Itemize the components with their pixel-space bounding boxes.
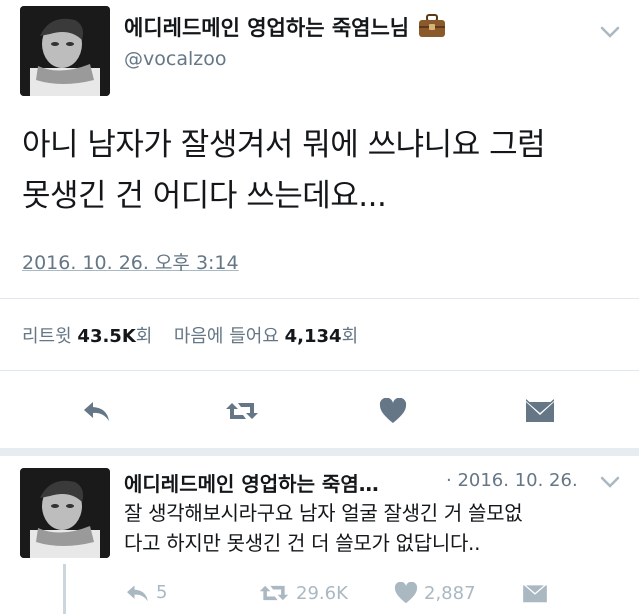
reply-count: 5 <box>156 582 168 603</box>
timestamp[interactable]: 2016. 10. 26. 오후 3:14 <box>22 248 239 275</box>
retweet-action[interactable]: 29.6K <box>258 582 348 604</box>
dm-icon[interactable] <box>522 396 558 426</box>
divider <box>0 370 639 371</box>
divider <box>0 298 639 299</box>
avatar[interactable] <box>20 6 110 96</box>
reply-date[interactable]: · 2016. 10. 26. <box>446 470 578 491</box>
reply-icon <box>127 585 148 601</box>
avatar-photo <box>20 468 110 558</box>
reply-text-line: 다고 하지만 못생긴 건 더 쓸모가 없답니다.. <box>124 531 481 555</box>
display-name-row[interactable]: 에디레드메인 영업하는 죽염느님 <box>124 12 446 43</box>
avatar-photo <box>20 6 110 96</box>
reply-display-name[interactable]: 에디레드메인 영업하는 죽염… <box>124 468 379 497</box>
like-action[interactable]: 2,887 <box>394 582 476 604</box>
reply-action[interactable]: 5 <box>124 582 167 603</box>
retweets-unit: 회 <box>135 326 153 347</box>
heart-icon <box>394 582 418 604</box>
retweet-count: 29.6K <box>296 582 348 604</box>
reply-icon[interactable] <box>78 396 114 426</box>
display-name[interactable]: 에디레드메인 영업하는 죽염느님 <box>124 16 409 40</box>
tweet-stats: 리트윗 43.5K회 마음에 들어요 4,134회 <box>22 322 358 348</box>
dm-action[interactable] <box>522 582 548 604</box>
retweet-icon <box>259 585 289 601</box>
retweets-label[interactable]: 리트윗 <box>22 326 72 347</box>
reply-avatar[interactable] <box>20 468 110 558</box>
tweet-text-line: 못생긴 건 어디다 쓰는데요... <box>22 178 387 214</box>
likes-unit: 회 <box>341 326 359 347</box>
likes-label[interactable]: 마음에 들어요 <box>174 326 279 347</box>
divider <box>0 448 639 456</box>
tweet-text-line: 아니 남자가 잘생겨서 뭐에 쓰냐니요 그럼 <box>22 127 546 163</box>
heart-icon[interactable] <box>376 396 410 426</box>
chevron-down-icon[interactable] <box>598 20 622 44</box>
handle[interactable]: @vocalzoo <box>124 48 226 70</box>
reply-text-line: 잘 생각해보시라구요 남자 얼굴 잘생긴 거 쓸모없 <box>124 501 523 525</box>
retweet-icon[interactable] <box>222 396 262 426</box>
tweet-text: 아니 남자가 잘생겨서 뭐에 쓰냐니요 그럼 못생긴 건 어디다 쓰는데요... <box>22 124 622 218</box>
briefcase-icon <box>418 14 446 43</box>
chevron-down-icon[interactable] <box>598 470 622 494</box>
dm-icon <box>523 582 547 603</box>
like-count: 2,887 <box>424 582 476 604</box>
thread-line <box>63 564 66 614</box>
likes-count[interactable]: 4,134 <box>285 326 342 347</box>
retweets-count[interactable]: 43.5K <box>77 326 135 347</box>
reply-text: 잘 생각해보시라구요 남자 얼굴 잘생긴 거 쓸모없 다고 하지만 못생긴 건 … <box>124 498 629 558</box>
